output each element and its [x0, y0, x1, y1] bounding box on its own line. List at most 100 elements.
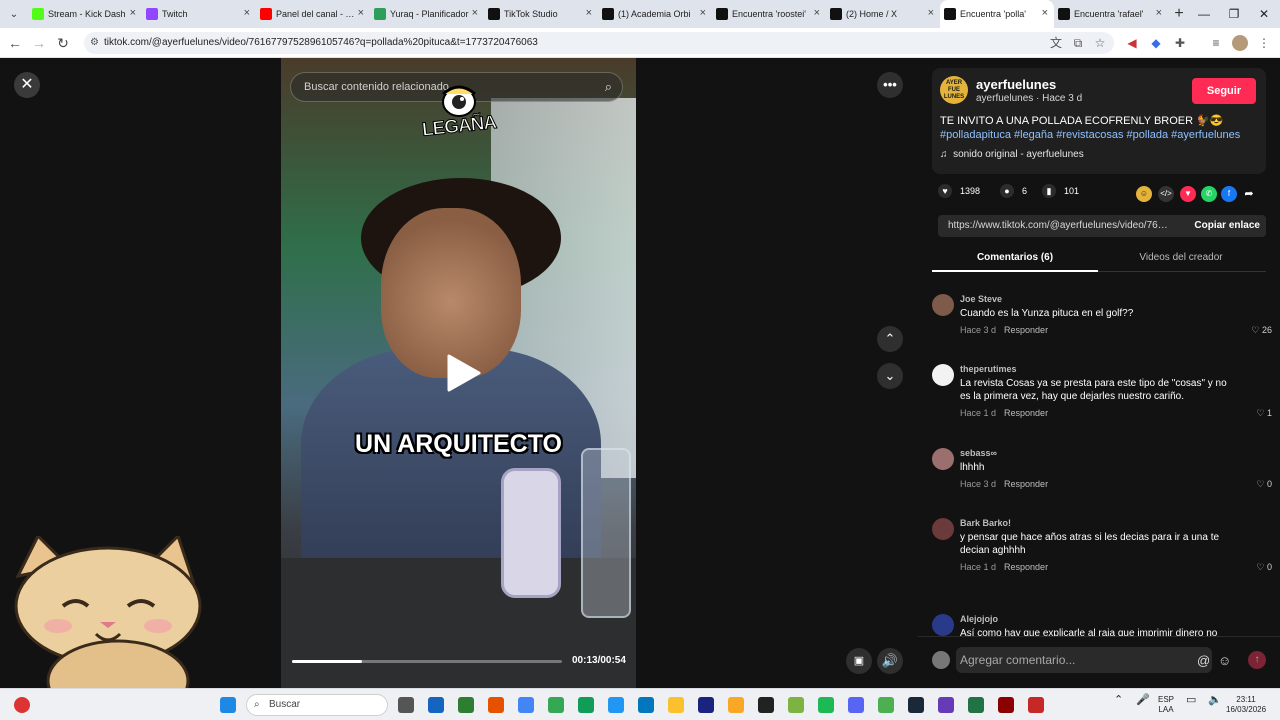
taskbar-app-icon[interactable] [518, 697, 534, 713]
tab-creator-videos[interactable]: Videos del creador [1098, 252, 1264, 263]
comment-stat[interactable]: ● 6 [1000, 184, 1027, 198]
commenter-name[interactable]: sebass∞ [960, 448, 997, 458]
commenter-avatar[interactable] [932, 364, 954, 386]
browser-tab[interactable]: (1) Academia Orbi × [598, 0, 712, 28]
video-progress-bar[interactable] [292, 660, 562, 663]
tab-comments[interactable]: Comentarios (6) [932, 252, 1098, 263]
chevron-down-icon[interactable]: ⌄ [877, 363, 903, 389]
translate-icon[interactable]: 文 [1048, 35, 1064, 51]
taskbar-app-icon[interactable] [698, 697, 714, 713]
more-options-icon[interactable]: ••• [877, 72, 903, 98]
taskbar-app-icon[interactable] [428, 697, 444, 713]
browser-tab[interactable]: Stream - Kick Dash × [28, 0, 142, 28]
commenter-avatar[interactable] [932, 614, 954, 636]
commenter-avatar[interactable] [932, 448, 954, 470]
emoji-icon[interactable]: ☺ [1218, 653, 1231, 668]
comment-like[interactable]: ♡ 0 [1256, 562, 1272, 573]
comment-like[interactable]: ♡ 26 [1251, 325, 1272, 336]
commenter-avatar[interactable] [932, 294, 954, 316]
share-link-text[interactable]: https://www.tiktok.com/@ayerfuelunes/vid… [948, 220, 1173, 231]
commenter-name[interactable]: Joe Steve [960, 294, 1002, 304]
heart-icon[interactable]: ♥ [938, 184, 952, 198]
tab-close-icon[interactable]: × [130, 7, 136, 19]
taskbar-app-icon[interactable] [458, 697, 474, 713]
taskbar-app-icon[interactable] [758, 697, 774, 713]
forward-icon[interactable]: → [28, 33, 50, 53]
weather-widget-icon[interactable] [14, 697, 30, 713]
taskbar-app-icon[interactable] [608, 697, 624, 713]
close-icon[interactable]: ✕ [14, 72, 40, 98]
reply-link[interactable]: Responder [1004, 325, 1048, 335]
comment-like[interactable]: ♡ 0 [1256, 479, 1272, 490]
url-field[interactable]: ⚙ tiktok.com/@ayerfuelunes/video/7616779… [84, 32, 1114, 54]
taskbar-app-icon[interactable] [398, 697, 414, 713]
taskbar-app-icon[interactable] [848, 697, 864, 713]
taskbar-app-icon[interactable] [548, 697, 564, 713]
search-icon[interactable]: ⌕ [605, 73, 612, 101]
browser-menu-icon[interactable]: ⋮ [1256, 35, 1272, 51]
commenter-name[interactable]: Alejojojo [960, 614, 998, 624]
send-icon[interactable]: ↑ [1248, 651, 1266, 669]
taskbar-app-icon[interactable] [638, 697, 654, 713]
taskbar-app-icon[interactable] [938, 697, 954, 713]
tab-close-icon[interactable]: × [1042, 7, 1048, 19]
facebook-icon[interactable]: f [1221, 186, 1237, 202]
taskbar-app-icon[interactable] [968, 697, 984, 713]
browser-tab[interactable]: Encuentra 'roostei' × [712, 0, 826, 28]
close-window-icon[interactable]: ✕ [1248, 0, 1280, 28]
bookmark-icon[interactable]: ▮ [1042, 184, 1056, 198]
taskbar-app-icon[interactable] [1028, 697, 1044, 713]
browser-tab[interactable]: Panel del canal - YouTube× [256, 0, 370, 28]
taskbar-app-icon[interactable] [998, 697, 1014, 713]
new-tab-icon[interactable]: + [1168, 5, 1190, 23]
taskbar-app-icon[interactable] [788, 697, 804, 713]
taskbar-search[interactable]: ⌕ Buscar [246, 694, 388, 716]
browser-tab[interactable]: (2) Home / X × [826, 0, 940, 28]
comment-input[interactable]: Agregar comentario... [956, 647, 1212, 673]
browser-tab[interactable]: Encuentra 'polla' × [940, 0, 1054, 28]
extension-translate-icon[interactable]: ◆ [1148, 35, 1164, 51]
back-icon[interactable]: ← [4, 33, 26, 53]
comment-icon[interactable]: ● [1000, 184, 1014, 198]
commenter-name[interactable]: theperutimes [960, 364, 1017, 374]
network-icon[interactable]: ▭ [1186, 695, 1196, 706]
maximize-icon[interactable]: ❐ [1218, 0, 1250, 28]
extensions-puzzle-icon[interactable]: ✚ [1172, 35, 1188, 51]
taskbar-app-icon[interactable] [578, 697, 594, 713]
reply-link[interactable]: Responder [1004, 479, 1048, 489]
site-info-icon[interactable]: ⚙ [90, 32, 99, 54]
profile-avatar-icon[interactable] [1232, 35, 1248, 51]
chevron-up-icon[interactable]: ⌃ [877, 326, 903, 352]
creator-username[interactable]: ayerfuelunes [976, 77, 1056, 92]
taskbar-app-icon[interactable] [908, 697, 924, 713]
mention-icon[interactable]: @ [1197, 653, 1210, 668]
tab-close-icon[interactable]: × [358, 7, 364, 19]
browser-tab[interactable]: Yuraq - Planificador × [370, 0, 484, 28]
send-to-friend-icon[interactable]: ▼ [1180, 186, 1196, 202]
post-sound[interactable]: ♫ sonido original - ayerfuelunes [940, 149, 1084, 160]
embed-icon[interactable]: </> [1158, 186, 1174, 202]
commenter-avatar[interactable] [932, 518, 954, 540]
floating-player-icon[interactable]: ▣ [846, 648, 872, 674]
minimize-icon[interactable]: — [1188, 0, 1220, 28]
follow-button[interactable]: Seguir [1192, 78, 1256, 104]
tab-close-icon[interactable]: × [700, 7, 706, 19]
save-stat[interactable]: ▮ 101 [1042, 184, 1079, 198]
start-menu-icon[interactable] [220, 697, 236, 713]
copy-link-button[interactable]: Copiar enlace [1194, 220, 1260, 231]
reply-link[interactable]: Responder [1004, 408, 1048, 418]
taskbar-app-icon[interactable] [728, 697, 744, 713]
tab-close-icon[interactable]: × [1156, 7, 1162, 19]
volume-icon[interactable]: 🔊 [877, 648, 903, 674]
tray-chevron-icon[interactable]: ⌃ [1114, 695, 1123, 706]
reading-list-icon[interactable]: ≡ [1208, 35, 1224, 51]
taskbar-app-icon[interactable] [668, 697, 684, 713]
extension-megaphone-icon[interactable]: ◀ [1124, 35, 1140, 51]
reload-icon[interactable]: ↻ [52, 33, 74, 53]
tab-search-icon[interactable]: ⌄ [0, 0, 28, 28]
tab-close-icon[interactable]: × [472, 7, 478, 19]
browser-tab[interactable]: Encuentra 'rafael' × [1054, 0, 1168, 28]
bookmark-star-icon[interactable]: ☆ [1092, 35, 1108, 51]
whatsapp-icon[interactable]: ✆ [1201, 186, 1217, 202]
browser-tab[interactable]: Twitch × [142, 0, 256, 28]
